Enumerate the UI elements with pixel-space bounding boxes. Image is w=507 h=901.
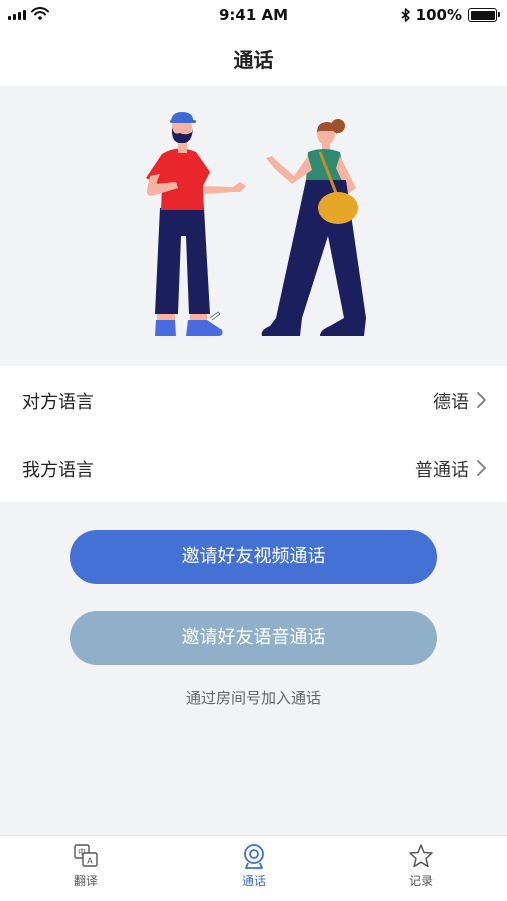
status-bar: 9:41 AM 100%: [0, 0, 507, 30]
bluetooth-icon: [401, 8, 410, 22]
tab-bar: 中 A 翻译 通话 记录: [0, 835, 507, 901]
my-language-row[interactable]: 我方语言 普通话: [0, 434, 507, 502]
chevron-right-icon: [477, 460, 486, 476]
status-right: 100%: [401, 6, 500, 24]
page-title: 通话: [233, 48, 274, 72]
two-people-talking-illustration: [146, 112, 366, 336]
tab-call[interactable]: 通话: [194, 842, 314, 889]
chevron-right-icon: [477, 392, 486, 408]
svg-text:中: 中: [78, 847, 86, 857]
invite-video-call-button[interactable]: 邀请好友视频通话: [70, 530, 437, 584]
woman-figure: [261, 119, 366, 336]
invite-voice-call-button[interactable]: 邀请好友语音通话: [70, 611, 437, 665]
language-settings: 对方语言 德语 我方语言 普通话: [0, 366, 507, 502]
row-label: 我方语言: [22, 460, 94, 481]
row-label: 对方语言: [22, 392, 94, 413]
svg-text:A: A: [87, 857, 93, 866]
star-icon: [409, 844, 433, 868]
join-by-room-link[interactable]: 通过房间号加入通话: [0, 687, 507, 708]
hero-illustration: [0, 86, 507, 366]
row-value: 普通话: [415, 460, 469, 481]
tab-label: 通话: [241, 874, 266, 888]
man-figure: [146, 112, 246, 336]
battery-percent: 100%: [415, 6, 462, 24]
translate-icon: 中 A: [74, 844, 98, 867]
webcam-icon: [244, 844, 264, 869]
nav-bar: 通话: [0, 30, 507, 86]
tab-label: 翻译: [73, 874, 98, 888]
battery-icon: [468, 8, 500, 22]
tab-translate[interactable]: 中 A 翻译: [26, 842, 146, 889]
tab-label: 记录: [408, 874, 433, 888]
tab-records[interactable]: 记录: [361, 842, 481, 889]
other-party-language-row[interactable]: 对方语言 德语: [0, 366, 507, 434]
row-value: 德语: [433, 392, 469, 413]
